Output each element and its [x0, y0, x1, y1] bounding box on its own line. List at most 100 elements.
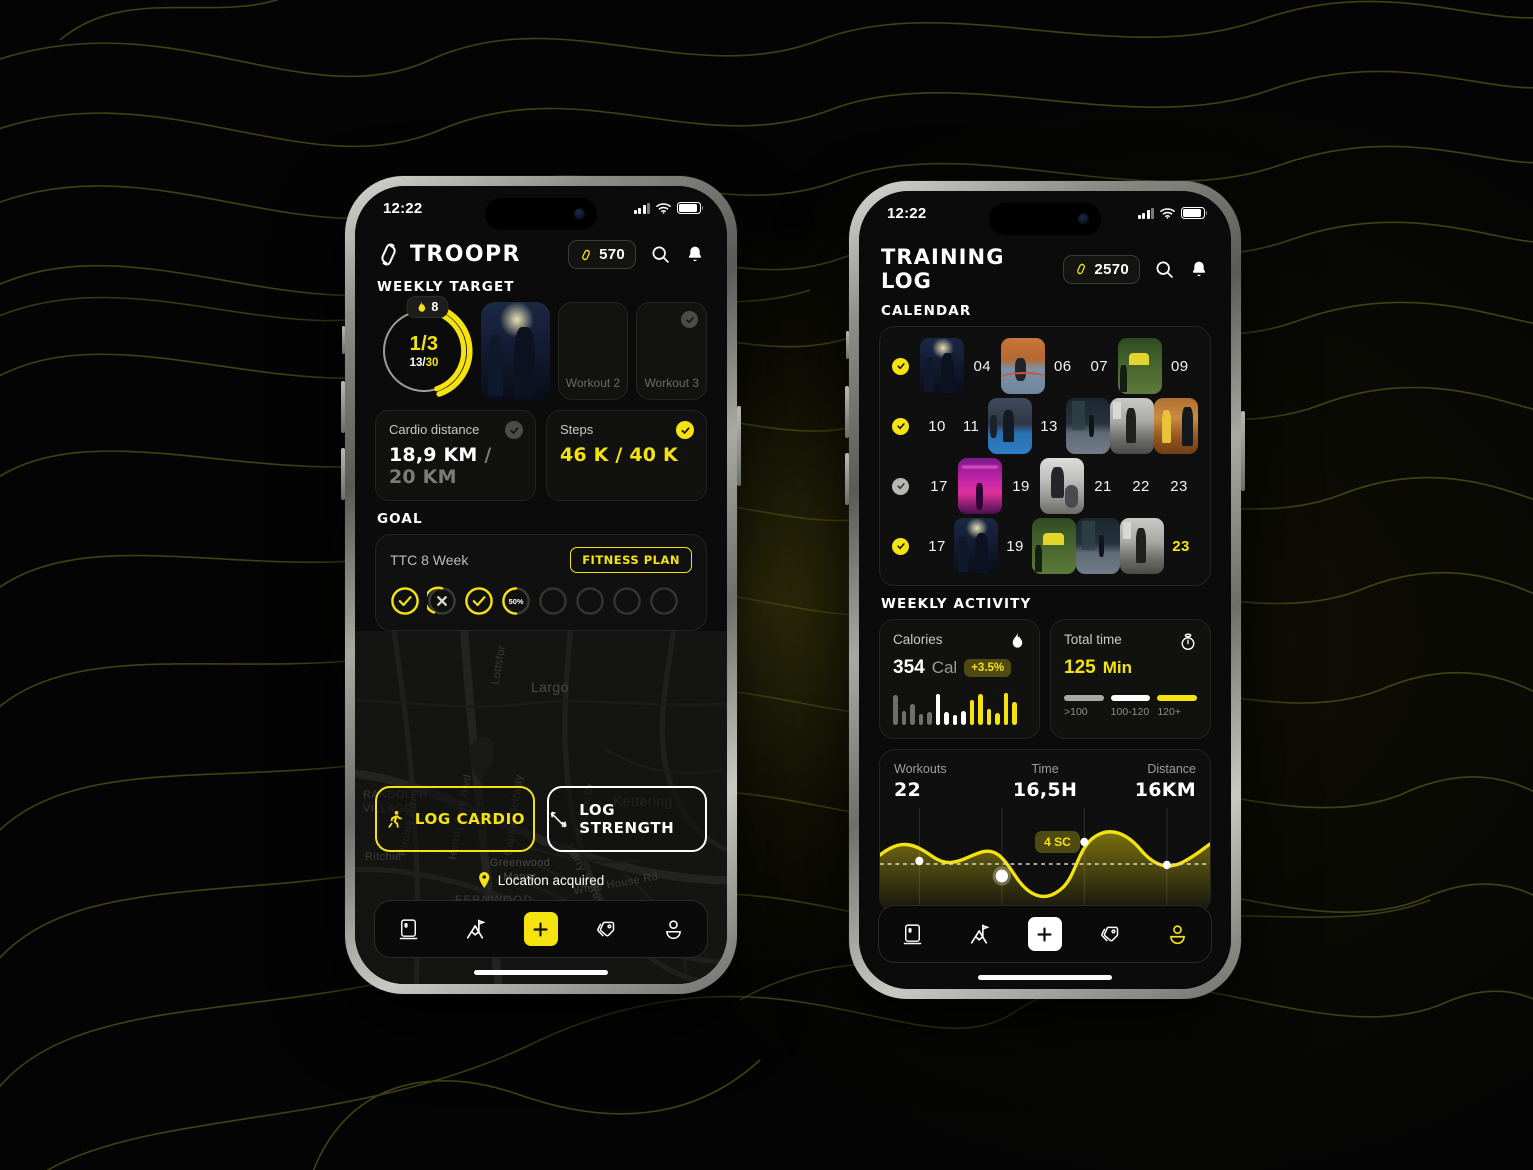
wave-tooltip: 4 SC: [1035, 830, 1080, 853]
steps-card[interactable]: Steps 46 K / 40 K: [546, 410, 707, 501]
calendar-day[interactable]: 22: [1132, 478, 1150, 495]
calendar-photo[interactable]: [1076, 518, 1120, 574]
calories-value: 354: [893, 657, 925, 678]
workout-photo: [481, 302, 550, 400]
search-icon[interactable]: [650, 244, 671, 265]
fitness-plan-button[interactable]: FITNESS PLAN: [570, 547, 692, 573]
calendar-photo[interactable]: [1066, 398, 1110, 454]
calendar-photo[interactable]: [1154, 398, 1198, 454]
goal-step-6[interactable]: [575, 586, 605, 616]
calories-bar: [969, 700, 974, 725]
person-icon: [1170, 924, 1186, 944]
flame-icon: [1012, 632, 1023, 648]
total-time-card[interactable]: Total time 125 Min >100 100-120 120+: [1050, 619, 1211, 739]
calendar-day-today[interactable]: 23: [1172, 538, 1190, 555]
goal-step-7[interactable]: [612, 586, 642, 616]
tab-tags[interactable]: [590, 912, 624, 946]
coin-balance-pill[interactable]: 570: [568, 240, 636, 269]
summary-value: 16KM: [1134, 779, 1197, 801]
calendar-day[interactable]: 19: [1006, 538, 1024, 555]
calendar-row: 04 06 07 09: [892, 337, 1198, 395]
calendar-photo[interactable]: [988, 398, 1032, 454]
calendar-day[interactable]: 19: [1012, 478, 1030, 495]
battery-icon: [1181, 207, 1208, 219]
calendar-photo[interactable]: [954, 518, 998, 574]
calendar-photo[interactable]: [1040, 458, 1084, 514]
home-indicator: [474, 970, 608, 975]
calendar-day[interactable]: 09: [1171, 358, 1189, 375]
calendar-day[interactable]: 07: [1091, 358, 1109, 375]
calendar-day[interactable]: 11: [963, 418, 979, 435]
goal-step-4[interactable]: 50%: [501, 586, 531, 616]
topographic-background: [0, 0, 1533, 1170]
app-header-left: TROOPR 570: [355, 230, 727, 269]
goal-step-8[interactable]: [649, 586, 679, 616]
status-time: 12:22: [383, 199, 423, 217]
calendar-photo[interactable]: [1000, 338, 1045, 394]
calendar-photo[interactable]: [1120, 518, 1164, 574]
weekly-wave-chart[interactable]: 4 SC: [880, 808, 1210, 912]
stat-current: 18,9 KM: [389, 444, 478, 466]
bell-icon[interactable]: [685, 244, 705, 265]
calendar-day[interactable]: 04: [974, 358, 992, 375]
tab-profile[interactable]: [657, 912, 691, 946]
workout-card-3[interactable]: Workout 3: [636, 302, 708, 400]
calendar-day[interactable]: 13: [1040, 418, 1058, 435]
tab-add[interactable]: [523, 912, 558, 946]
ring-sub-value: 13/30: [410, 357, 439, 369]
brand[interactable]: TROOPR: [377, 242, 521, 267]
tab-add[interactable]: [1027, 917, 1062, 951]
calendar-photo[interactable]: [958, 458, 1002, 514]
goal-step-5[interactable]: [538, 586, 568, 616]
calendar-day[interactable]: 06: [1054, 358, 1072, 375]
wifi-icon: [656, 203, 671, 214]
calories-bar: [961, 711, 966, 725]
calendar-photo[interactable]: [1110, 398, 1154, 454]
stat-sep: /: [615, 444, 623, 466]
app-header-right: TRAINING LOG 2570: [859, 235, 1231, 293]
calendar-day[interactable]: 10: [928, 418, 946, 435]
calendar-photo[interactable]: [920, 338, 964, 394]
calendar-photo[interactable]: [1032, 518, 1076, 574]
cellular-bars-icon: [1137, 207, 1154, 219]
total-time-legend: >100 100-120 120+: [1064, 695, 1198, 718]
stopwatch-icon: [1181, 633, 1195, 651]
calendar-day[interactable]: 23: [1170, 478, 1188, 495]
coin-balance: 2570: [1094, 260, 1129, 278]
goal-step-3[interactable]: [464, 586, 494, 616]
calendar-photo[interactable]: [1117, 338, 1162, 394]
legend-label: >100: [1064, 706, 1088, 718]
weekly-progress-ring[interactable]: 8 1/3 13/30: [375, 296, 473, 400]
day-complete-icon: [892, 537, 909, 555]
search-icon[interactable]: [1154, 259, 1175, 280]
calendar-day[interactable]: 17: [928, 538, 946, 555]
card-icon: [903, 924, 921, 945]
cardio-distance-card[interactable]: Cardio distance 18,9 KM / 20 KM: [375, 410, 536, 501]
log-cardio-button[interactable]: LOG CARDIO: [375, 786, 535, 852]
mountain-flag-icon: [970, 923, 990, 944]
calories-bar: [927, 712, 932, 725]
weekly-stats-row: Cardio distance 18,9 KM / 20 KM Steps 46…: [355, 400, 727, 501]
calories-card[interactable]: Calories 354 Cal +3.5%: [879, 619, 1040, 739]
tab-card[interactable]: [895, 917, 929, 951]
goal-step-1[interactable]: [390, 586, 420, 616]
bottom-nav-left: [374, 900, 708, 958]
tags-icon: [597, 921, 615, 937]
workout-card-2[interactable]: Workout 2: [557, 302, 629, 400]
log-strength-button[interactable]: LOG STRENGTH: [547, 786, 707, 852]
tab-card[interactable]: [391, 912, 425, 946]
calendar-day[interactable]: 17: [930, 478, 948, 495]
weekly-activity-row: Calories 354 Cal +3.5% Total time 125 Mi…: [859, 619, 1231, 739]
workout-card-1[interactable]: [481, 302, 550, 400]
bell-icon[interactable]: [1189, 259, 1209, 280]
tab-routes[interactable]: [458, 912, 492, 946]
goal-card: TTC 8 Week FITNESS PLAN 50%: [375, 534, 707, 631]
tab-tags[interactable]: [1094, 917, 1128, 951]
runner-icon: [388, 810, 402, 828]
calendar-day[interactable]: 21: [1094, 478, 1112, 495]
tags-icon: [1101, 926, 1119, 942]
goal-step-2[interactable]: [424, 586, 457, 616]
coin-balance-pill[interactable]: 2570: [1063, 254, 1140, 284]
tab-profile[interactable]: [1161, 917, 1195, 951]
tab-routes[interactable]: [962, 917, 996, 951]
